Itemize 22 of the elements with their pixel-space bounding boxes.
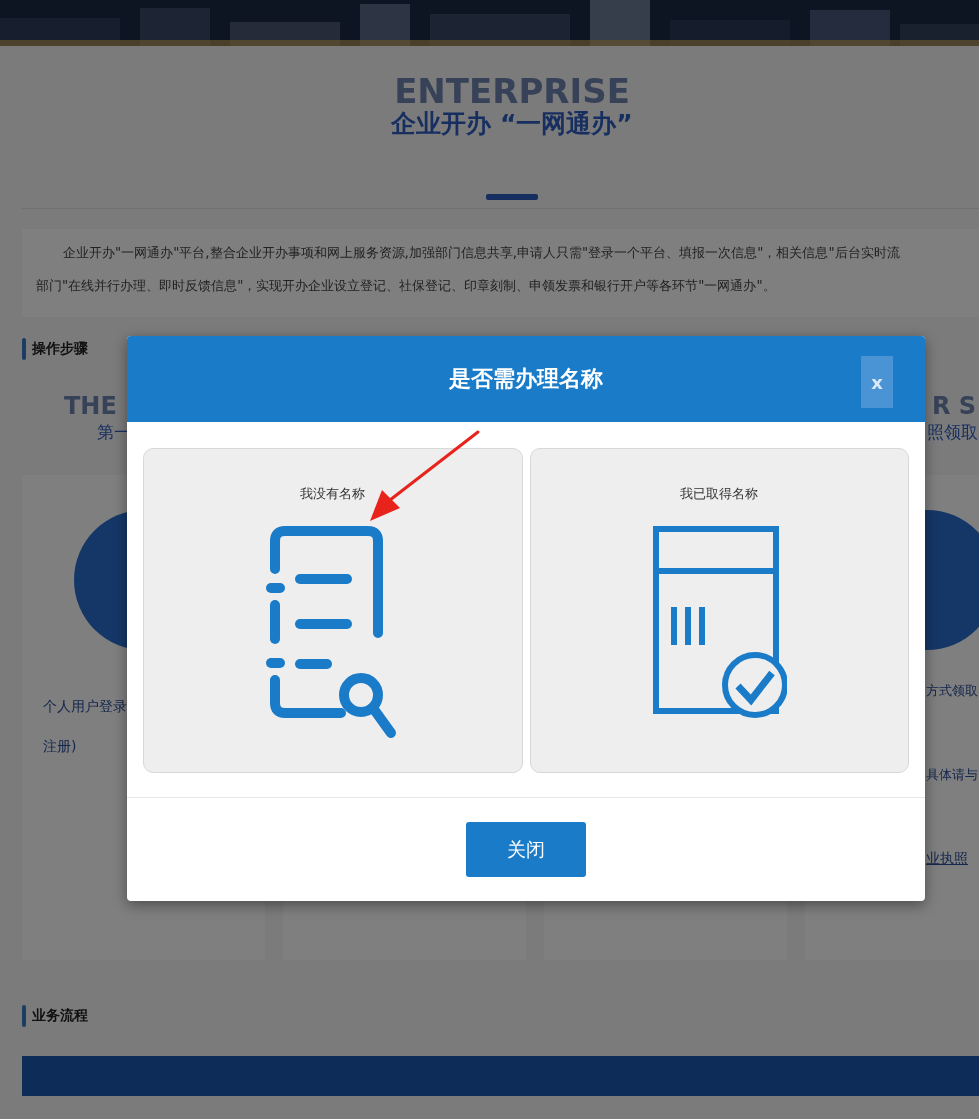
step-text: 方式领取 [926,682,979,700]
step-title: 照领取 [927,421,978,444]
dialog-title: 是否需办理名称 [449,365,603,393]
step-text: 注册) [43,737,78,756]
title-underline [486,194,538,200]
step-text: 具体请与 [926,766,979,784]
section-heading: 操作步骤 [32,340,88,358]
background-heading: R S [932,393,977,419]
background-heading: THE [64,393,117,419]
option-card[interactable]: 我已取得名称 [529,448,909,773]
page-title: 企业开办 “一网通办” [391,110,633,138]
step-text: 个人用户登录 [43,697,128,716]
option-label: 我没有名称 [300,485,366,503]
close-button[interactable]: x [861,356,893,408]
section-heading: 业务流程 [32,1007,88,1025]
option-label: 我已取得名称 [680,485,759,503]
background-heading: ENTERPRISE [394,74,630,108]
close-dialog-button[interactable]: 关闭 [466,822,586,877]
step-link[interactable]: 业执照 [926,850,968,866]
section-marker [22,338,26,360]
option-card[interactable]: 我没有名称 [143,448,523,773]
section-marker [22,1005,26,1027]
